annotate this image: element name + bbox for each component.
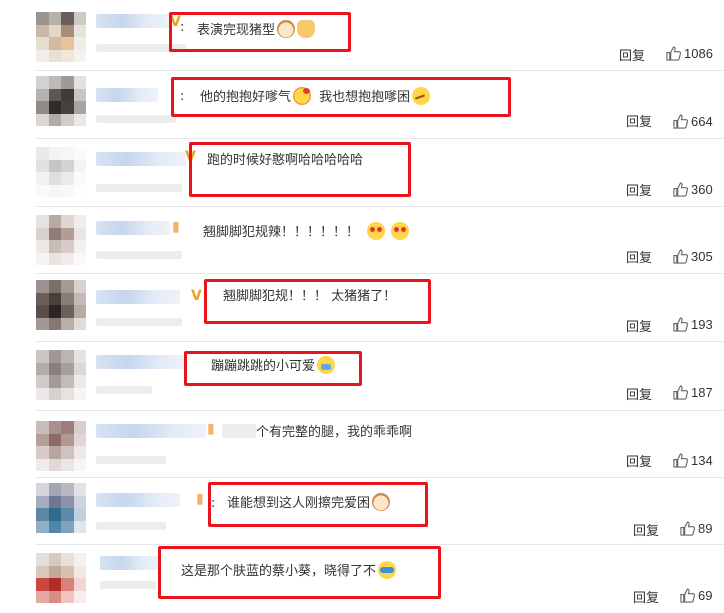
username[interactable] (96, 152, 186, 166)
reply-button[interactable]: 回复 (633, 587, 659, 606)
comment-text: 表演完现猪型 (197, 20, 316, 40)
reply-button[interactable]: 回复 (619, 45, 645, 64)
thumbs-up-icon (297, 20, 316, 38)
timestamp (96, 318, 182, 326)
comment-text: 这是那个肤蓝的蔡小葵，晓得了不 (181, 561, 397, 581)
like-button[interactable]: 69 (680, 588, 712, 603)
timestamp (96, 386, 152, 394)
thumbs-up-icon (673, 317, 688, 332)
kiss-face-icon (293, 87, 312, 105)
like-count: 360 (691, 182, 713, 197)
crying-face-icon (317, 356, 336, 374)
heart-eyes-icon (391, 222, 410, 240)
comment-row: V 翘脚脚犯规！！！ 太猪猪了！ 回复 193 (0, 274, 724, 342)
heart-eyes-icon (367, 222, 386, 240)
username[interactable] (96, 355, 186, 369)
vip-badge-icon: ▮ (172, 219, 180, 235)
timestamp (96, 44, 186, 52)
like-button[interactable]: 1086 (666, 46, 713, 61)
thumbs-up-icon (673, 453, 688, 468)
timestamp (96, 522, 166, 530)
colon: : (180, 20, 185, 35)
like-button[interactable]: 360 (673, 182, 713, 197)
vip-badge-icon: V (191, 288, 202, 304)
comment-text: 跑的时候好憨啊哈哈哈哈哈 (207, 153, 364, 168)
comment-row: ▮ 翘脚脚犯规辣！！！！！！ 回复 305 (0, 207, 724, 274)
vip-badge-icon: ▮ (207, 421, 215, 437)
like-count: 69 (698, 588, 713, 603)
comment-text: 个有完整的腿，我的乖乖啊 (256, 425, 413, 440)
like-button[interactable]: 89 (680, 521, 712, 536)
avatar[interactable] (36, 350, 86, 400)
username[interactable] (96, 14, 170, 28)
username-overflow (222, 424, 256, 438)
avatar[interactable] (36, 147, 86, 197)
comment-text: 他的抱抱好嗲气 我也想抱抱嗲困 (200, 87, 431, 107)
username[interactable] (96, 290, 180, 304)
username[interactable] (100, 556, 160, 570)
comment-text: 翘脚脚犯规辣！！！！！！ (203, 222, 410, 242)
like-count: 89 (698, 521, 713, 536)
comment-text: 谁能想到这人刚擦完爱困 (227, 493, 391, 513)
comment-text: 蹦蹦跳跳的小可爱 (211, 356, 336, 376)
like-button[interactable]: 305 (673, 249, 713, 264)
timestamp (96, 251, 182, 259)
comment-row: 蹦蹦跳跳的小可爱 回复 187 (0, 342, 724, 411)
username[interactable] (96, 493, 180, 507)
reply-button[interactable]: 回复 (626, 247, 652, 266)
like-button[interactable]: 664 (673, 114, 713, 129)
comment-row: ▮ : 谁能想到这人刚擦完爱困 回复 89 (0, 478, 724, 545)
username[interactable] (96, 88, 158, 102)
timestamp (96, 115, 176, 123)
vip-badge-icon: ▮ (196, 491, 204, 507)
like-count: 305 (691, 249, 713, 264)
avatar[interactable] (36, 12, 86, 62)
thumbs-up-icon (666, 46, 681, 61)
avatar[interactable] (36, 76, 86, 126)
thumbs-up-icon (673, 249, 688, 264)
username[interactable] (96, 221, 170, 235)
comment-row: ▮ 个有完整的腿，我的乖乖啊 回复 134 (0, 411, 724, 478)
avatar[interactable] (36, 421, 86, 471)
like-count: 134 (691, 453, 713, 468)
thinking-face-icon (412, 87, 431, 105)
like-count: 193 (691, 317, 713, 332)
comment-row: : 他的抱抱好嗲气 我也想抱抱嗲困 回复 664 (0, 71, 724, 139)
comment-row: V : 表演完现猪型 回复 1086 (0, 0, 724, 71)
reply-button[interactable]: 回复 (626, 316, 652, 335)
thumbs-up-icon (673, 385, 688, 400)
thumbs-up-icon (673, 114, 688, 129)
colon: : (211, 496, 216, 511)
vip-badge-icon: V (185, 149, 196, 165)
avatar[interactable] (36, 280, 86, 330)
cat-face-icon (372, 493, 391, 511)
reply-button[interactable]: 回复 (626, 180, 652, 199)
timestamp (100, 581, 156, 589)
comment-text: 翘脚脚犯规！！！ 太猪猪了！ (223, 289, 397, 304)
like-count: 187 (691, 385, 713, 400)
timestamp (96, 184, 182, 192)
comment-row: 这是那个肤蓝的蔡小葵，晓得了不 回复 69 (0, 545, 724, 613)
thumbs-up-icon (680, 588, 695, 603)
reply-button[interactable]: 回复 (626, 111, 652, 130)
reply-button[interactable]: 回复 (626, 384, 652, 403)
cat-face-icon (277, 20, 296, 38)
like-count: 664 (691, 114, 713, 129)
timestamp (96, 456, 166, 464)
avatar[interactable] (36, 483, 86, 533)
reply-button[interactable]: 回复 (626, 451, 652, 470)
like-button[interactable]: 187 (673, 385, 713, 400)
laughing-tears-icon (378, 561, 397, 579)
thumbs-up-icon (673, 182, 688, 197)
colon: : (180, 89, 185, 104)
username[interactable] (96, 424, 206, 438)
like-button[interactable]: 134 (673, 453, 713, 468)
avatar[interactable] (36, 215, 86, 265)
like-count: 1086 (684, 46, 713, 61)
avatar[interactable] (36, 553, 86, 603)
thumbs-up-icon (680, 521, 695, 536)
comment-row: V 跑的时候好憨啊哈哈哈哈哈 回复 360 (0, 139, 724, 207)
like-button[interactable]: 193 (673, 317, 713, 332)
reply-button[interactable]: 回复 (633, 520, 659, 539)
